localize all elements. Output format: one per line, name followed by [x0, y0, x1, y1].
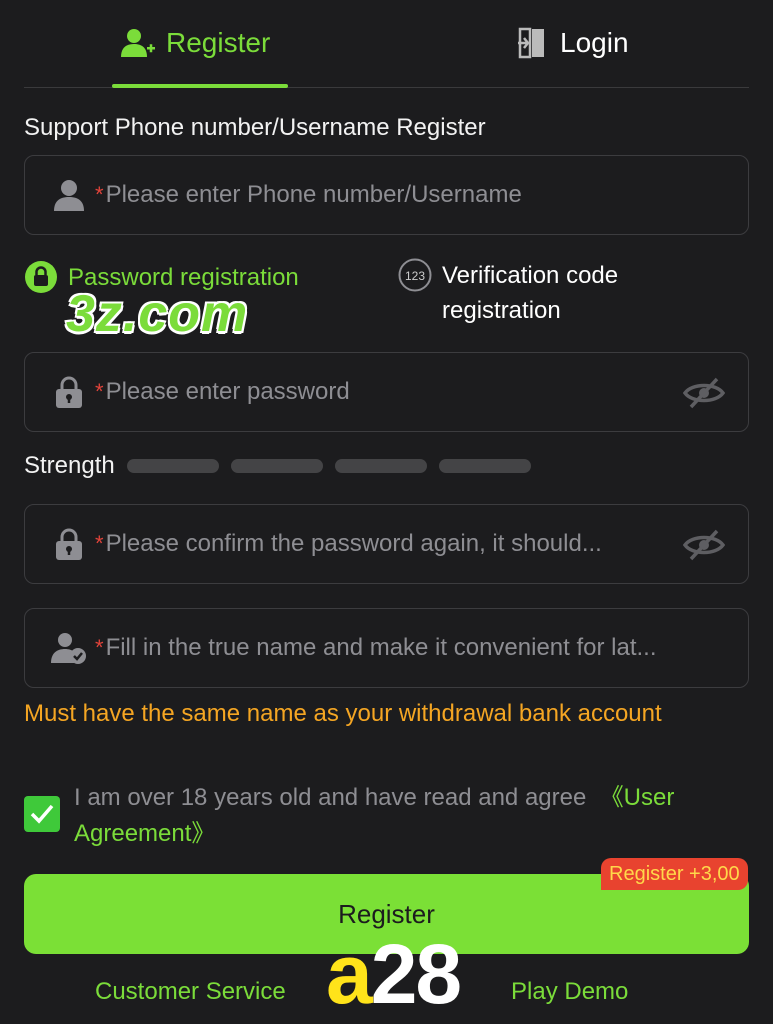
required-mark: * — [95, 379, 104, 404]
login-door-icon — [514, 25, 550, 61]
tab-register-label: Register — [166, 27, 271, 58]
password-placeholder: Please enter password — [105, 378, 350, 405]
add-user-icon — [120, 25, 156, 61]
name-warning: Must have the same name as your withdraw… — [24, 700, 662, 727]
verification-code-registration-option[interactable]: 123 Verification code registration — [398, 258, 682, 328]
verification-code-label: Verification code registration — [442, 262, 619, 324]
strength-bar-3 — [334, 459, 427, 473]
play-demo-link[interactable]: Play Demo — [511, 978, 628, 1006]
username-placeholder: Please enter Phone number/Username — [105, 181, 522, 208]
customer-service-link[interactable]: Customer Service — [95, 978, 286, 1006]
confirm-password-field[interactable]: * Please confirm the password again, it … — [24, 504, 749, 584]
a28-watermark-a: a — [326, 927, 373, 1021]
strength-bar-4 — [438, 459, 531, 473]
user-verified-icon — [49, 628, 89, 668]
required-mark: * — [95, 635, 104, 660]
auth-tabs: Register Login — [24, 0, 749, 88]
confirm-password-placeholder: Please confirm the password again, it sh… — [105, 530, 602, 557]
agree-checkbox[interactable] — [24, 796, 60, 832]
strength-label: Strength — [24, 452, 115, 479]
agreement-statement: I am over 18 years old and have read and… — [74, 784, 587, 811]
real-name-field[interactable]: * Fill in the true name and make it conv… — [24, 608, 749, 688]
register-page: Register Login Support Phone number/User… — [0, 0, 773, 1024]
register-bonus-badge: Register +3,00 — [601, 858, 748, 890]
eye-slash-icon[interactable] — [682, 525, 726, 565]
lock-circle-icon — [24, 260, 58, 294]
user-icon — [49, 175, 89, 215]
required-mark: * — [95, 531, 104, 556]
tab-login-label: Login — [560, 27, 629, 58]
a28-watermark: a28 — [326, 926, 462, 1023]
code-badge-text: 123 — [405, 269, 425, 283]
active-tab-indicator — [112, 84, 288, 88]
lock-icon — [49, 524, 89, 564]
number-code-icon: 123 — [398, 258, 432, 292]
required-mark: * — [95, 182, 104, 207]
password-strength-meter: Strength — [24, 452, 543, 480]
password-field[interactable]: * Please enter password — [24, 352, 749, 432]
eye-slash-icon[interactable] — [682, 373, 726, 413]
lock-icon — [49, 372, 89, 412]
agreement-text: I am over 18 years old and have read and… — [74, 780, 749, 852]
username-field[interactable]: * Please enter Phone number/Username — [24, 155, 749, 235]
section-label: Support Phone number/Username Register — [24, 114, 486, 141]
tab-login[interactable]: Login — [514, 22, 629, 64]
tab-register[interactable]: Register — [120, 22, 270, 64]
strength-bar-1 — [126, 459, 219, 473]
a28-watermark-digits: 28 — [370, 927, 462, 1021]
strength-bar-2 — [230, 459, 323, 473]
site-watermark: 3z.com — [66, 285, 249, 343]
real-name-placeholder: Fill in the true name and make it conven… — [105, 634, 657, 661]
agreement-row: I am over 18 years old and have read and… — [24, 780, 749, 852]
